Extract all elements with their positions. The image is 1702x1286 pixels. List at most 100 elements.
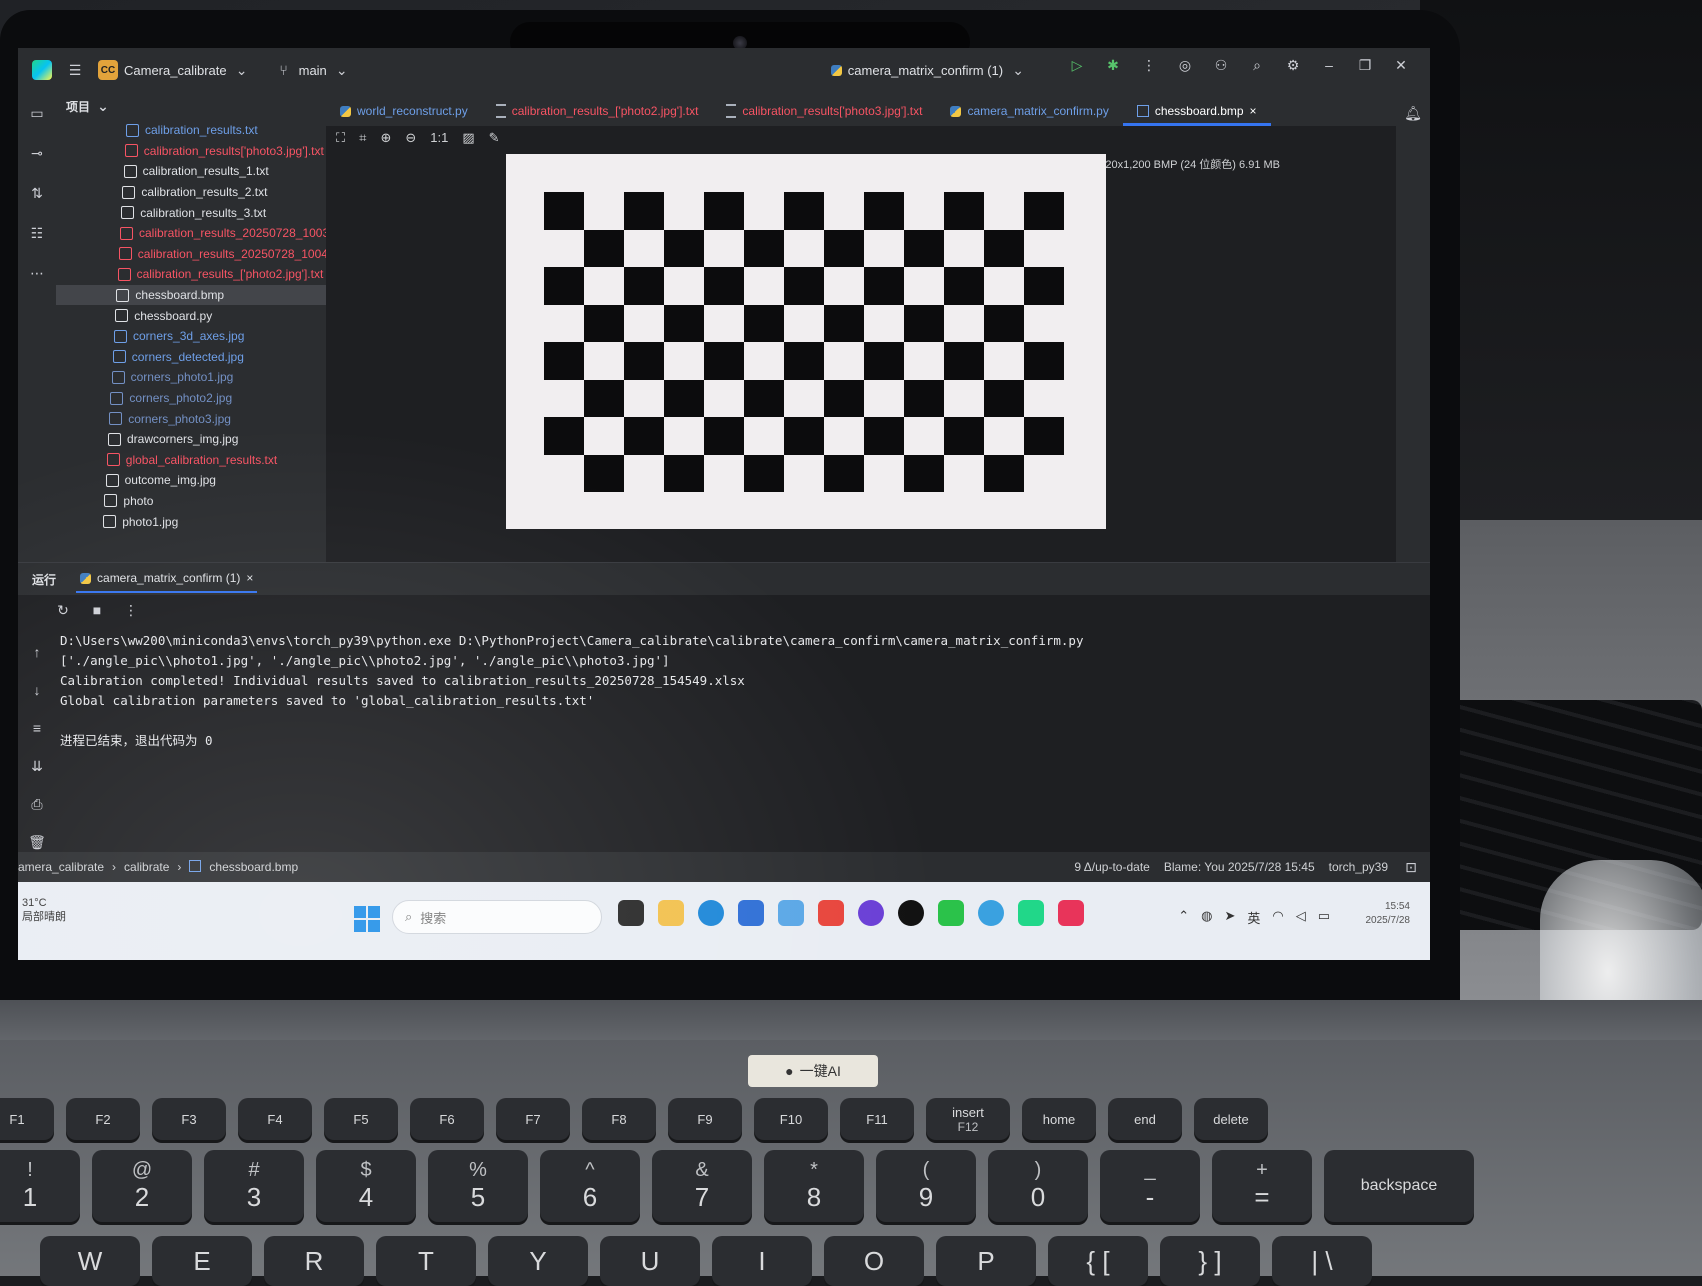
weather-widget[interactable]: 31°C 局部晴朗: [22, 896, 66, 924]
blame-info[interactable]: Blame: You 2025/7/28 15:45: [1164, 860, 1315, 874]
vcs-status[interactable]: 9 Δ/up-to-date: [1074, 860, 1149, 874]
editor-tab[interactable]: camera_matrix_confirm.py: [936, 104, 1122, 126]
file-tree-item[interactable]: chessboard.bmp: [56, 284, 326, 306]
network-icon[interactable]: ◍: [1201, 908, 1212, 927]
app-icon[interactable]: [1058, 900, 1084, 926]
file-tree-item[interactable]: calibration_results.txt: [56, 120, 326, 141]
run-icon[interactable]: ▷: [1068, 56, 1086, 74]
fit-to-window-icon[interactable]: ⛶: [336, 130, 345, 146]
run-config-selector[interactable]: camera_matrix_confirm (1) ⌄: [830, 61, 1027, 79]
run-tab[interactable]: camera_matrix_confirm (1) ×: [76, 565, 258, 593]
clock[interactable]: 15:54 2025/7/28: [1366, 900, 1411, 928]
actual-size-button[interactable]: 1:1: [430, 130, 448, 146]
gear-icon[interactable]: ⚙: [1284, 56, 1302, 74]
project-panel-header[interactable]: 项目 ⌄: [56, 92, 326, 120]
file-tree-item[interactable]: calibration_results_['photo2.jpg'].txt: [56, 264, 326, 285]
console-output[interactable]: D:\Users\ww200\miniconda3\envs\torch_py3…: [60, 631, 1410, 751]
location-icon[interactable]: ➤: [1224, 908, 1235, 927]
wifi-icon[interactable]: ◠: [1272, 908, 1283, 927]
file-tree-item[interactable]: calibration_results_20250728_100353.xl: [56, 223, 355, 244]
editor-tab[interactable]: world_reconstruct.py: [326, 104, 482, 126]
editor-tab[interactable]: calibration_results['photo3.jpg'].txt: [712, 104, 936, 126]
editor-tab[interactable]: chessboard.bmp ×: [1122, 104, 1271, 126]
file-tree-item[interactable]: calibration_results['photo3.jpg'].txt: [56, 141, 326, 162]
ai-assistant-icon[interactable]: ◎: [1176, 56, 1194, 74]
key-label: T: [418, 1245, 434, 1276]
file-tree-item[interactable]: global_calibration_results.txt: [56, 450, 326, 471]
trash-icon[interactable]: 🗑︎: [28, 833, 46, 851]
minimize-icon[interactable]: –: [1320, 56, 1338, 74]
close-tab-icon[interactable]: ×: [246, 571, 253, 585]
zoom-out-icon[interactable]: ⊖: [405, 130, 416, 146]
editor-tab[interactable]: calibration_results_['photo2.jpg'].txt: [482, 104, 713, 126]
file-tree-item[interactable]: photo1.jpg: [56, 511, 326, 532]
zoom-in-icon[interactable]: ⊕: [380, 130, 391, 146]
scroll-to-end-icon[interactable]: ⇊: [28, 757, 46, 775]
pull-requests-icon[interactable]: ⇅: [28, 184, 46, 202]
ide-logo[interactable]: [32, 60, 52, 80]
interpreter-selector[interactable]: torch_py39: [1329, 860, 1388, 874]
print-icon[interactable]: ⎙: [28, 795, 46, 813]
stop-icon[interactable]: ■: [88, 601, 106, 619]
file-explorer-icon[interactable]: [658, 900, 684, 926]
project-switcher[interactable]: CC Camera_calibrate ⌄: [98, 60, 251, 80]
volume-icon[interactable]: ◁: [1296, 908, 1306, 927]
file-tree-item[interactable]: calibration_results_20250728_100410.xl: [56, 244, 353, 265]
file-tree-item[interactable]: corners_photo3.jpg: [56, 408, 326, 429]
folder-icon[interactable]: ▭: [28, 104, 46, 122]
rerun-icon[interactable]: ↻: [54, 601, 72, 619]
color-picker-icon[interactable]: ✎: [489, 130, 500, 146]
file-tree-item[interactable]: chessboard.py: [56, 305, 326, 326]
file-tree-item[interactable]: corners_detected.jpg: [56, 347, 326, 368]
chevron-up-icon[interactable]: ⌃: [1178, 908, 1189, 927]
file-tree-item[interactable]: corners_photo1.jpg: [56, 367, 326, 388]
add-user-icon[interactable]: ⚇: [1212, 56, 1230, 74]
file-tree-item[interactable]: corners_photo2.jpg: [56, 388, 326, 409]
more-icon[interactable]: ⋮: [122, 601, 140, 619]
key-shift-label: _: [1144, 1159, 1156, 1181]
battery-icon[interactable]: ▭: [1318, 908, 1330, 927]
scroll-up-icon[interactable]: ↑: [28, 643, 46, 661]
file-tree-item[interactable]: calibration_results_2.txt: [56, 182, 326, 203]
main-menu-button[interactable]: ☰: [66, 61, 84, 79]
browser-icon[interactable]: [858, 900, 884, 926]
wechat-icon[interactable]: [938, 900, 964, 926]
debug-icon[interactable]: ✱: [1104, 56, 1122, 74]
notifications-icon[interactable]: 🔔︎: [1404, 104, 1422, 122]
file-tree-item[interactable]: corners_3d_axes.jpg: [56, 326, 326, 347]
taskbar-search[interactable]: ⌕ 搜索: [392, 900, 602, 934]
more-actions-icon[interactable]: ⋮: [1140, 56, 1158, 74]
file-tree-item[interactable]: drawcorners_img.jpg: [56, 429, 326, 450]
breadcrumb-item[interactable]: chessboard.bmp: [209, 860, 298, 874]
file-tree-item[interactable]: calibration_results_3.txt: [56, 202, 326, 223]
task-view-icon[interactable]: [618, 900, 644, 926]
chat-app-icon[interactable]: [978, 900, 1004, 926]
pycharm-taskbar-icon[interactable]: [1018, 900, 1044, 926]
wps-icon[interactable]: [818, 900, 844, 926]
lock-icon[interactable]: ⊡: [1402, 858, 1420, 876]
grid-icon[interactable]: ⌗: [359, 130, 366, 146]
ime-indicator[interactable]: 英: [1247, 908, 1260, 927]
scroll-down-icon[interactable]: ↓: [28, 681, 46, 699]
file-tree-item[interactable]: photo: [56, 491, 326, 512]
soft-wrap-icon[interactable]: ≡: [28, 719, 46, 737]
restore-icon[interactable]: ❐: [1356, 56, 1374, 74]
close-tab-icon[interactable]: ×: [1250, 104, 1257, 118]
branch-switcher[interactable]: ⑂ main ⌄: [275, 61, 351, 79]
breadcrumb-item[interactable]: amera_calibrate: [18, 860, 104, 874]
github-icon[interactable]: [898, 900, 924, 926]
bilibili-icon[interactable]: [778, 900, 804, 926]
search-icon[interactable]: ⌕: [1248, 56, 1266, 74]
windows-start-icon[interactable]: [354, 906, 380, 932]
commit-icon[interactable]: ⊸: [28, 144, 46, 162]
microsoft-store-icon[interactable]: [738, 900, 764, 926]
file-tree-item[interactable]: outcome_img.jpg: [56, 470, 326, 491]
image-toolbar: ⛶ ⌗ ⊕ ⊖ 1:1 ▨ ✎: [336, 130, 500, 146]
file-tree-item[interactable]: calibration_results_1.txt: [56, 161, 326, 182]
more-icon[interactable]: ⋯: [28, 264, 46, 282]
breadcrumb-item[interactable]: calibrate: [124, 860, 169, 874]
background-icon[interactable]: ▨: [462, 130, 474, 146]
edge-browser-icon[interactable]: [698, 900, 724, 926]
close-icon[interactable]: ✕: [1392, 56, 1410, 74]
structure-icon[interactable]: ☷: [28, 224, 46, 242]
